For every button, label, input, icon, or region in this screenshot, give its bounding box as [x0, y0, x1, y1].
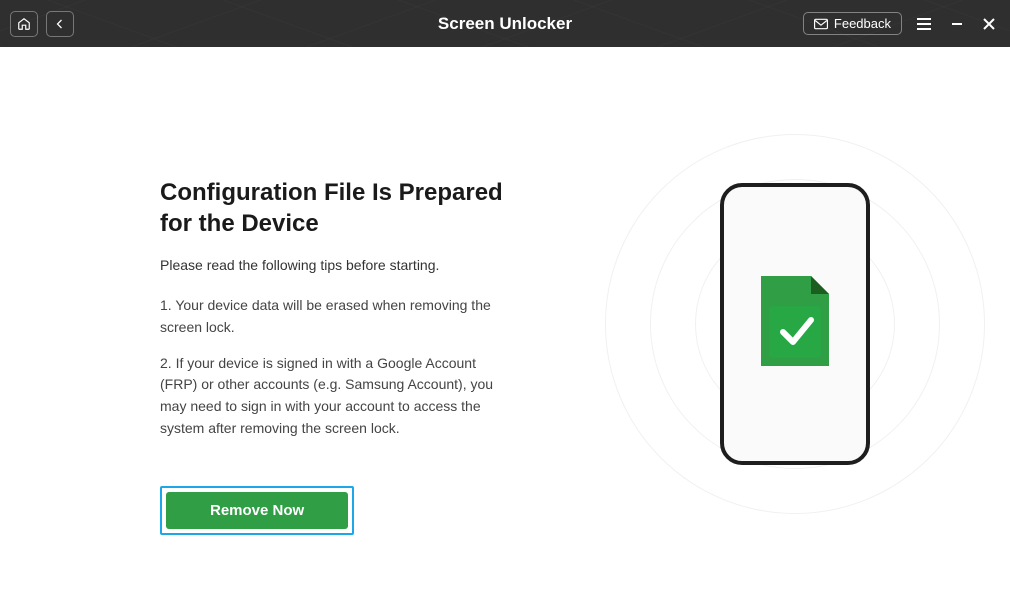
feedback-label: Feedback: [834, 16, 891, 31]
phone-illustration: [720, 183, 870, 465]
page-heading: Configuration File Is Prepared for the D…: [160, 177, 540, 239]
feedback-button[interactable]: Feedback: [803, 12, 902, 35]
titlebar-right: Feedback: [803, 12, 1000, 35]
home-button[interactable]: [10, 11, 38, 37]
sub-heading: Please read the following tips before st…: [160, 257, 540, 273]
text-pane: Configuration File Is Prepared for the D…: [0, 47, 580, 600]
mail-icon: [814, 18, 828, 30]
titlebar-left: [10, 11, 74, 37]
tip-1: 1. Your device data will be erased when …: [160, 295, 500, 338]
back-button[interactable]: [46, 11, 74, 37]
close-button[interactable]: [978, 15, 1000, 33]
document-check-icon: [761, 276, 829, 371]
minimize-button[interactable]: [946, 15, 968, 33]
remove-button-highlight: Remove Now: [160, 486, 354, 535]
illustration-pane: [580, 47, 1010, 600]
menu-button[interactable]: [912, 15, 936, 33]
titlebar: Screen Unlocker Feedback: [0, 0, 1010, 47]
app-title: Screen Unlocker: [438, 14, 572, 34]
content-area: Configuration File Is Prepared for the D…: [0, 47, 1010, 600]
tip-2: 2. If your device is signed in with a Go…: [160, 353, 500, 440]
remove-now-button[interactable]: Remove Now: [166, 492, 348, 529]
